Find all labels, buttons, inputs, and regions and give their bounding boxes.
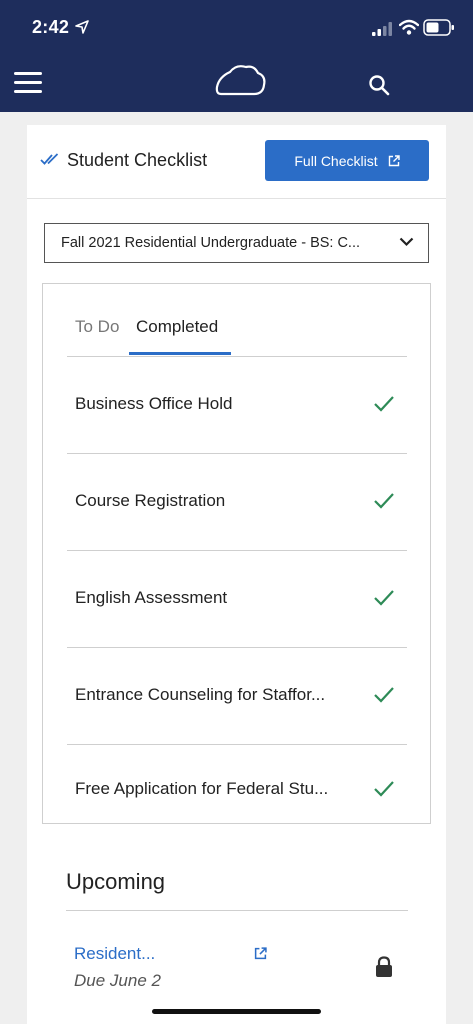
upcoming-item-due: Due June 2: [74, 971, 161, 990]
external-link-icon: [388, 154, 400, 166]
home-indicator[interactable]: [152, 1009, 321, 1014]
full-checklist-button[interactable]: Full Checklist: [265, 140, 429, 181]
check-icon: [374, 396, 394, 412]
check-icon: [374, 493, 394, 509]
menu-icon[interactable]: [14, 72, 42, 94]
mylu-logo[interactable]: [188, 62, 266, 104]
check-icon: [374, 590, 394, 606]
term-select[interactable]: Fall 2021 Residential Undergraduate - BS…: [44, 223, 429, 263]
top-app-bar: 2:42: [0, 0, 473, 112]
item-label: Free Application for Federal Stu...: [75, 779, 329, 798]
full-checklist-label: Full Checklist: [294, 152, 378, 169]
list-item[interactable]: Business Office Hold: [67, 357, 407, 454]
wifi-icon: [399, 19, 419, 35]
upcoming-heading: Upcoming: [66, 869, 166, 894]
list-item[interactable]: Free Application for Federal Stu...: [67, 745, 407, 842]
signal-icon: [372, 22, 392, 36]
upcoming-item-link[interactable]: Resident...: [74, 944, 155, 964]
check-icon: [374, 781, 394, 797]
active-tab-indicator: [129, 352, 231, 355]
term-select-value: Fall 2021 Residential Undergraduate - BS…: [61, 235, 361, 251]
lock-icon: [376, 956, 392, 977]
location-arrow-icon: [75, 20, 89, 34]
external-link-icon[interactable]: [254, 947, 267, 960]
search-icon[interactable]: [368, 74, 390, 96]
list-item[interactable]: Course Registration: [67, 454, 407, 551]
status-time: 2:42: [32, 17, 70, 37]
list-item[interactable]: English Assessment: [67, 551, 407, 648]
item-label: Course Registration: [75, 491, 226, 510]
chevron-down-icon: [399, 237, 414, 247]
item-label: English Assessment: [75, 588, 228, 607]
tab-completed[interactable]: Completed: [136, 317, 218, 337]
checklist-tabs: To Do Completed: [67, 284, 407, 357]
item-label: Entrance Counseling for Staffor...: [75, 685, 326, 704]
card-header: Student Checklist Full Checklist: [27, 125, 446, 199]
list-item[interactable]: Entrance Counseling for Staffor...: [67, 648, 407, 745]
double-check-icon: [40, 153, 59, 165]
student-checklist-card: Student Checklist Full Checklist Fall 20…: [27, 125, 446, 1024]
battery-icon: [423, 19, 454, 36]
checklist-panel: To Do Completed Business Office Hold Cou…: [42, 283, 431, 824]
check-icon: [374, 687, 394, 703]
divider: [66, 910, 408, 911]
card-title: Student Checklist: [67, 150, 208, 170]
tab-todo[interactable]: To Do: [75, 317, 119, 337]
item-label: Business Office Hold: [75, 394, 233, 413]
